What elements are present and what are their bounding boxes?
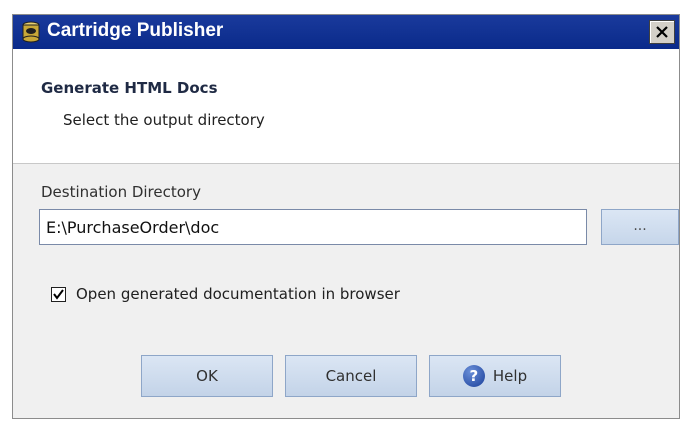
title-bar[interactable]: Cartridge Publisher (13, 15, 679, 49)
cancel-button-label: Cancel (325, 367, 377, 385)
help-button-label: Help (492, 367, 528, 385)
cancel-button[interactable]: Cancel (285, 355, 417, 397)
close-icon (656, 26, 668, 38)
open-in-browser-option[interactable]: Open generated documentation in browser (51, 285, 400, 303)
header-panel: Generate HTML Docs Select the output dir… (13, 49, 679, 164)
ok-button[interactable]: OK (141, 355, 273, 397)
help-button[interactable]: ? Help (429, 355, 561, 397)
help-icon: ? (462, 365, 485, 387)
browse-button[interactable]: ... (601, 209, 679, 245)
page-subtitle: Select the output directory (63, 111, 265, 129)
close-button[interactable] (649, 20, 675, 44)
page-title: Generate HTML Docs (41, 79, 218, 97)
ok-button-label: OK (196, 367, 218, 385)
checkmark-icon (53, 288, 64, 300)
destination-directory-label: Destination Directory (41, 183, 201, 201)
open-in-browser-label: Open generated documentation in browser (76, 285, 400, 303)
cartridge-publisher-dialog: Cartridge Publisher Generate HTML Docs S… (12, 14, 680, 419)
destination-directory-input[interactable] (39, 209, 587, 245)
database-cartridge-icon (21, 21, 41, 43)
open-in-browser-checkbox[interactable] (51, 286, 66, 302)
window-title: Cartridge Publisher (47, 20, 224, 41)
